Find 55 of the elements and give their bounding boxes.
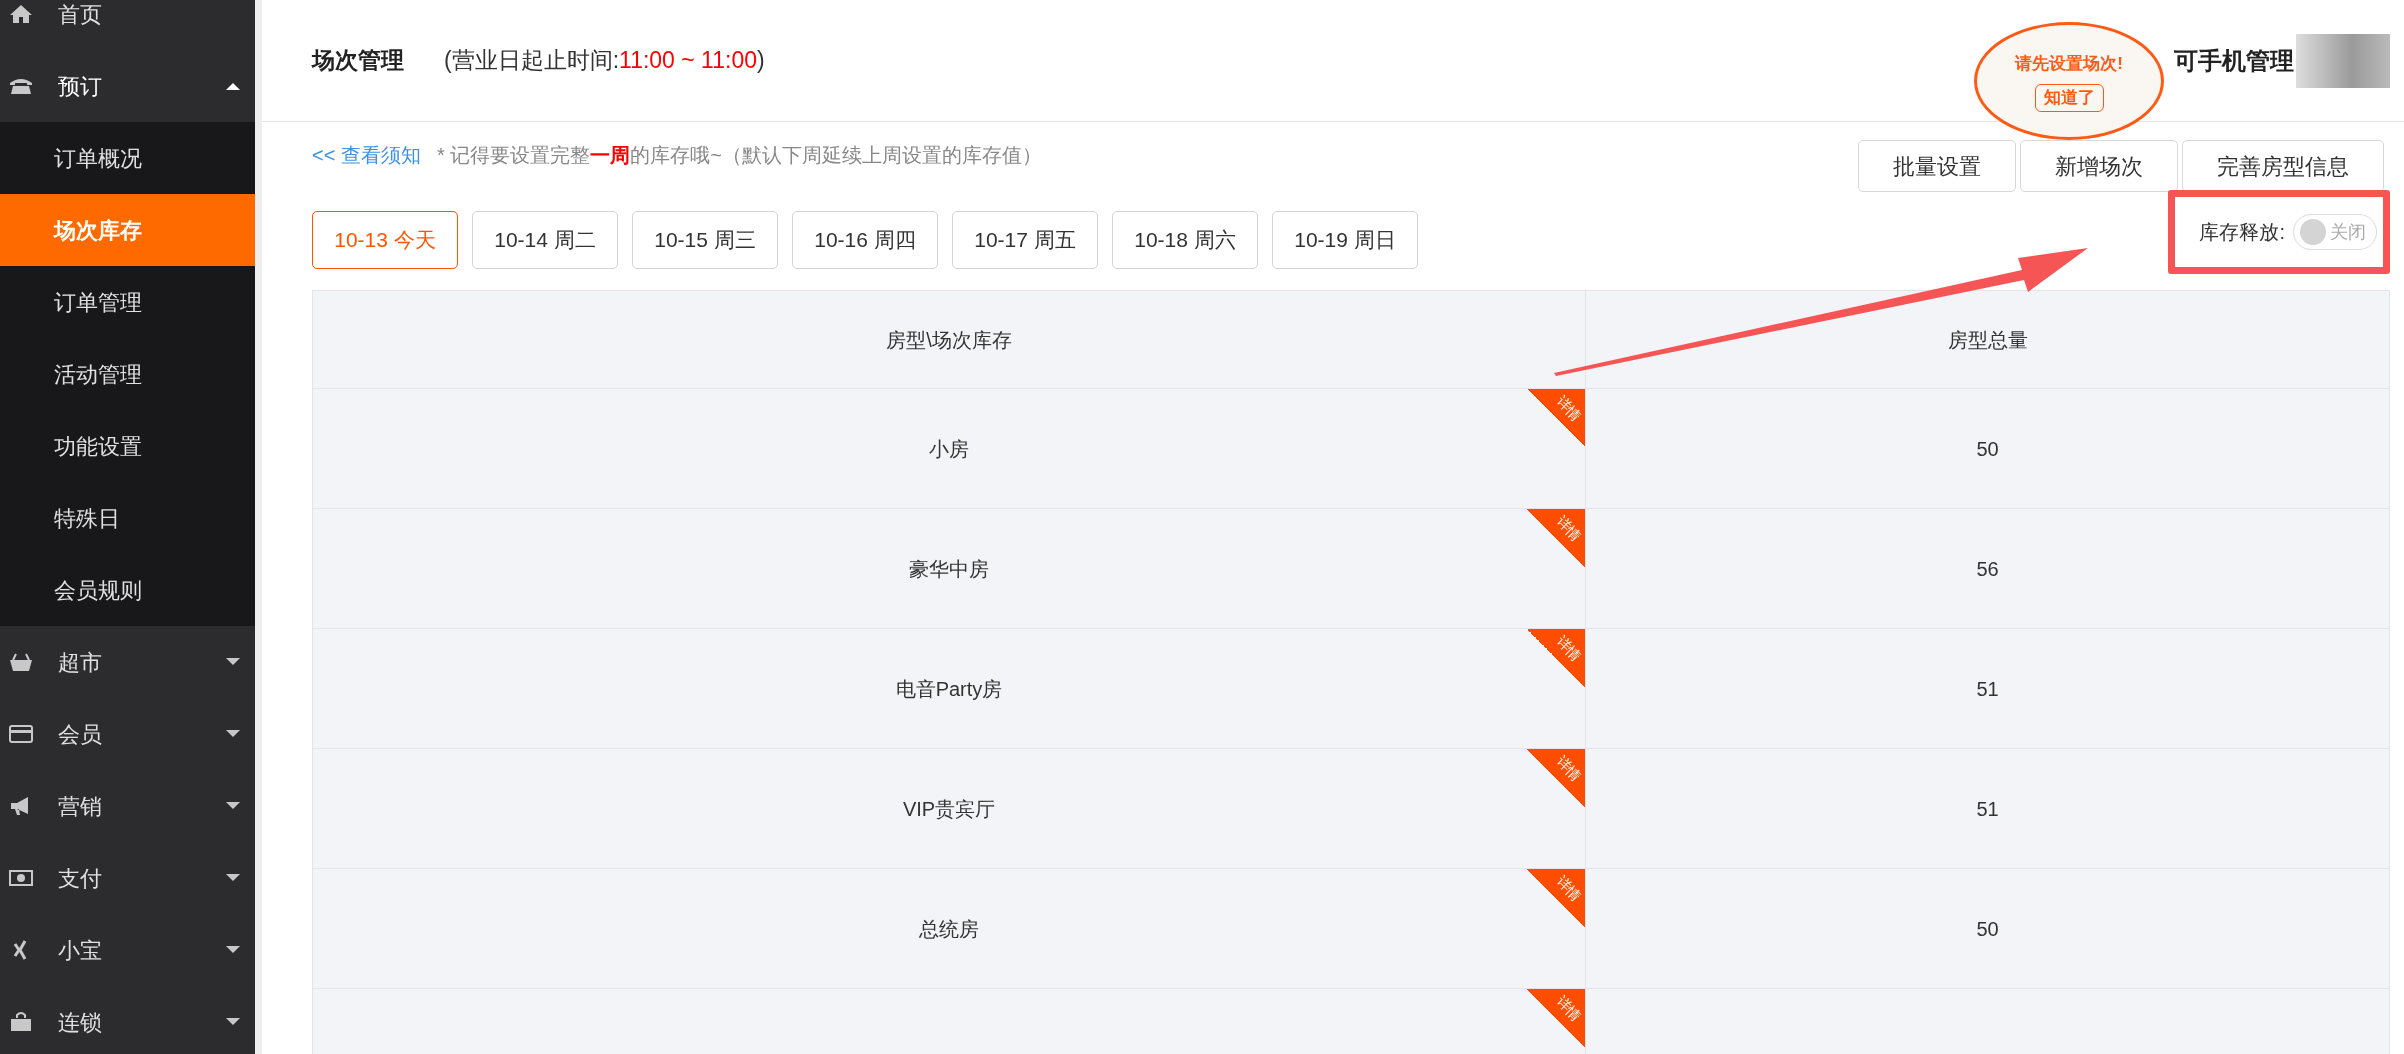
date-tab[interactable]: 10-19 周日 xyxy=(1272,211,1418,269)
column-header: 房型总量 xyxy=(1947,327,2028,353)
sidebar-menu-item[interactable]: 营销 xyxy=(0,770,255,842)
action-button[interactable]: 新增场次 xyxy=(2020,140,2178,192)
room-total: 51 xyxy=(1976,796,1999,822)
notice-text: * 记得要设置完整一周的库存哦~（默认下周延续上周设置的库存值） xyxy=(436,143,1042,168)
caret-icon xyxy=(225,729,241,739)
date-tab[interactable]: 10-14 周二 xyxy=(472,211,618,269)
room-total: 50 xyxy=(1976,436,1999,462)
sidebar-submenu-item[interactable]: 订单管理 xyxy=(0,266,255,338)
sidebar-submenu-item[interactable]: 特殊日 xyxy=(0,482,255,554)
room-total: 56 xyxy=(1976,556,1999,582)
sidebar-menu-item[interactable]: 小宝 xyxy=(0,914,255,986)
sidebar-menu-item[interactable]: 支付 xyxy=(0,842,255,914)
caret-icon xyxy=(225,873,241,883)
room-total: 50 xyxy=(1976,916,1999,942)
caret-icon xyxy=(225,945,241,955)
tip-message: 请先设置场次! xyxy=(2015,52,2123,75)
column-header: 房型\场次库存 xyxy=(886,327,1012,353)
caret-icon xyxy=(225,657,241,667)
action-button[interactable]: 完善房型信息 xyxy=(2182,140,2384,192)
sidebar-menu-item[interactable]: 超市 xyxy=(0,626,255,698)
mobile-manage-label: 可手机管理 xyxy=(2174,45,2294,76)
toggle-state-text: 关闭 xyxy=(2330,220,2366,244)
shopping-bag-icon xyxy=(8,1011,34,1033)
date-tab[interactable]: 10-18 周六 xyxy=(1112,211,1258,269)
business-hours: (营业日起止时间:11:00 ~ 11:00) xyxy=(444,46,765,76)
sidebar-menu-item[interactable]: 连锁 xyxy=(0,986,255,1054)
sidebar-submenu-item[interactable]: 功能设置 xyxy=(0,410,255,482)
sidebar-submenu-item[interactable]: 会员规则 xyxy=(0,554,255,626)
sidebar-menu-item[interactable]: 首页 xyxy=(0,0,255,50)
room-type-name: 小房 xyxy=(929,436,969,462)
caret-icon xyxy=(225,81,241,91)
caret-icon xyxy=(225,801,241,811)
banknote-icon xyxy=(8,867,34,889)
credit-card-icon xyxy=(8,723,34,745)
sidebar-menu-item[interactable]: 会员 xyxy=(0,698,255,770)
sidebar-submenu-item[interactable]: 活动管理 xyxy=(0,338,255,410)
room-type-name: 豪华中房 xyxy=(909,556,989,582)
stock-release-label: 库存释放: xyxy=(2199,220,2285,245)
date-tab[interactable]: 10-15 周三 xyxy=(632,211,778,269)
page-title: 场次管理 xyxy=(312,46,404,76)
caret-icon xyxy=(225,1017,241,1027)
sidebar-menu-item[interactable]: 预订 xyxy=(0,50,255,122)
home-icon xyxy=(8,3,34,25)
room-type-name: 总统房 xyxy=(919,916,979,942)
room-type-name: 电音Party房 xyxy=(895,676,1003,702)
date-tab[interactable]: 10-16 周四 xyxy=(792,211,938,269)
room-type-name: VIP贵宾厅 xyxy=(902,796,996,822)
action-button[interactable]: 批量设置 xyxy=(1858,140,2016,192)
sidebar-submenu-item[interactable]: 订单概况 xyxy=(0,122,255,194)
date-tab[interactable]: 10-17 周五 xyxy=(952,211,1098,269)
room-total: 51 xyxy=(1976,676,1999,702)
toggle-knob xyxy=(2300,219,2326,245)
basket-icon xyxy=(8,651,34,673)
